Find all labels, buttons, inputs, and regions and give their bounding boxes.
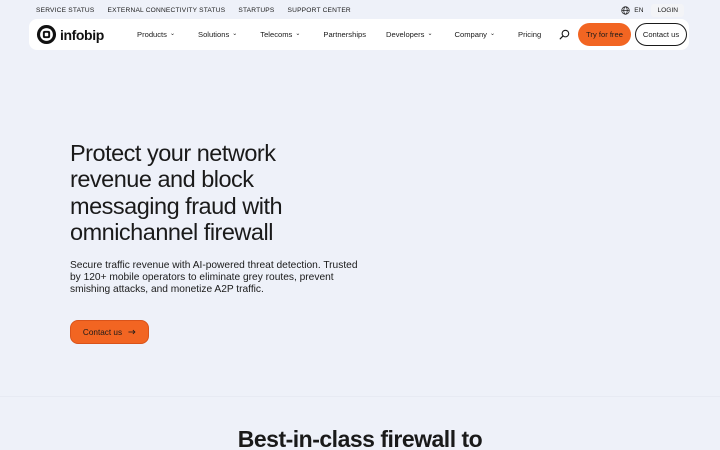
arrow-right-icon	[128, 329, 136, 335]
chevron-down-icon: ⌄	[295, 31, 301, 37]
chevron-down-icon: ⌄	[489, 31, 496, 37]
external-connectivity-status-link[interactable]: EXTERNAL CONNECTIVITY STATUS	[108, 7, 226, 14]
service-status-link[interactable]: SERVICE STATUS	[36, 7, 95, 14]
hero-contact-us-button[interactable]: Contact us	[70, 320, 149, 344]
chevron-down-icon: ⌄	[169, 31, 175, 37]
section-divider	[0, 396, 720, 397]
hero-cta-label: Contact us	[82, 327, 123, 337]
nav-item-label: Telecoms	[260, 30, 293, 39]
chevron-down-icon: ⌄	[427, 31, 433, 37]
nav-item-products[interactable]: Products ⌄	[137, 30, 175, 39]
nav-item-partnerships[interactable]: Partnerships	[323, 30, 366, 39]
globe-icon	[621, 5, 630, 15]
main-nav: infobip Products ⌄ Solutions ⌄ Telecoms …	[29, 19, 689, 50]
hero-subtitle: Secure traffic revenue with AI-powered t…	[70, 260, 358, 296]
nav-item-label: Partnerships	[323, 30, 367, 39]
logo[interactable]: infobip	[36, 24, 104, 45]
support-center-link[interactable]: SUPPORT CENTER	[288, 7, 351, 14]
nav-items: Products ⌄ Solutions ⌄ Telecoms ⌄ Partne…	[137, 19, 541, 50]
nav-item-label: Developers	[386, 30, 425, 39]
nav-item-developers[interactable]: Developers ⌄	[386, 30, 432, 39]
chevron-down-icon: ⌄	[232, 31, 238, 37]
startups-link[interactable]: STARTUPS	[238, 7, 274, 14]
contact-us-nav-button[interactable]: Contact us	[635, 23, 687, 46]
utility-bar: SERVICE STATUS EXTERNAL CONNECTIVITY STA…	[0, 0, 720, 20]
nav-item-company[interactable]: Company ⌄	[454, 30, 495, 39]
nav-item-label: Products	[137, 30, 167, 39]
language-selector[interactable]: EN	[621, 5, 644, 15]
infobip-logo-icon	[36, 24, 57, 45]
nav-item-solutions[interactable]: Solutions ⌄	[198, 30, 237, 39]
login-button[interactable]: LOGIN	[651, 3, 684, 17]
nav-item-telecoms[interactable]: Telecoms ⌄	[260, 30, 300, 39]
nav-item-label: Pricing	[518, 30, 542, 39]
nav-item-label: Company	[454, 30, 487, 39]
page: SERVICE STATUS EXTERNAL CONNECTIVITY STA…	[0, 0, 720, 450]
utility-right: EN LOGIN	[621, 3, 684, 17]
try-for-free-button[interactable]: Try for free	[578, 23, 631, 46]
hero-title: Protect your network revenue and block m…	[70, 140, 283, 245]
utility-links: SERVICE STATUS EXTERNAL CONNECTIVITY STA…	[36, 7, 351, 14]
search-icon[interactable]	[559, 29, 570, 40]
language-label: EN	[634, 6, 644, 14]
nav-item-pricing[interactable]: Pricing	[518, 30, 541, 39]
logo-text: infobip	[60, 26, 104, 43]
nav-item-label: Solutions	[198, 30, 230, 39]
section-heading: Best-in-class firewall to	[237, 426, 483, 450]
